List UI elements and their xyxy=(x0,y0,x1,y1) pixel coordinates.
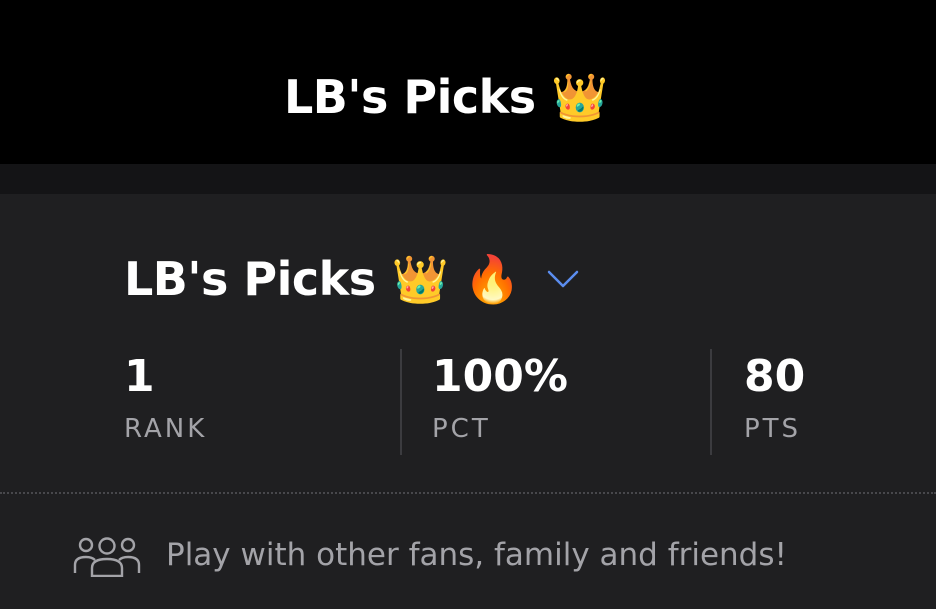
crown-emoji: 👑 xyxy=(551,70,608,124)
group-people-icon xyxy=(73,537,141,577)
stat-divider xyxy=(400,349,402,455)
pct-label: PCT xyxy=(432,414,491,444)
page-title-text: LB's Picks xyxy=(284,70,536,124)
pts-label: PTS xyxy=(744,414,802,444)
group-name: LB's Picks xyxy=(124,252,376,306)
invite-friends-row[interactable]: Play with other fans, family and friends… xyxy=(72,530,787,580)
pct-value: 100% xyxy=(432,351,568,402)
group-selector[interactable]: LB's Picks 👑 🔥 xyxy=(124,244,583,314)
header-bar: LB's Picks 👑 xyxy=(0,0,936,164)
stat-pts: 80 PTS xyxy=(744,352,805,446)
invite-text: Play with other fans, family and friends… xyxy=(166,537,787,573)
stat-rank: 1 RANK xyxy=(124,352,207,446)
stat-pct: 100% PCT xyxy=(432,352,568,446)
page: LB's Picks 👑 LB's Picks 👑 🔥 1 RANK 100% … xyxy=(0,0,936,609)
group-card: LB's Picks 👑 🔥 1 RANK 100% PCT 80 PTS Pl… xyxy=(0,194,936,609)
rank-value: 1 xyxy=(124,351,155,402)
section-gap xyxy=(0,164,936,194)
stat-divider xyxy=(710,349,712,455)
group-emojis: 👑 🔥 xyxy=(391,252,522,306)
chevron-down-icon[interactable] xyxy=(543,259,583,299)
section-divider xyxy=(0,492,936,494)
rank-label: RANK xyxy=(124,414,208,444)
page-title: LB's Picks 👑 xyxy=(284,64,608,130)
pts-value: 80 xyxy=(744,351,806,402)
